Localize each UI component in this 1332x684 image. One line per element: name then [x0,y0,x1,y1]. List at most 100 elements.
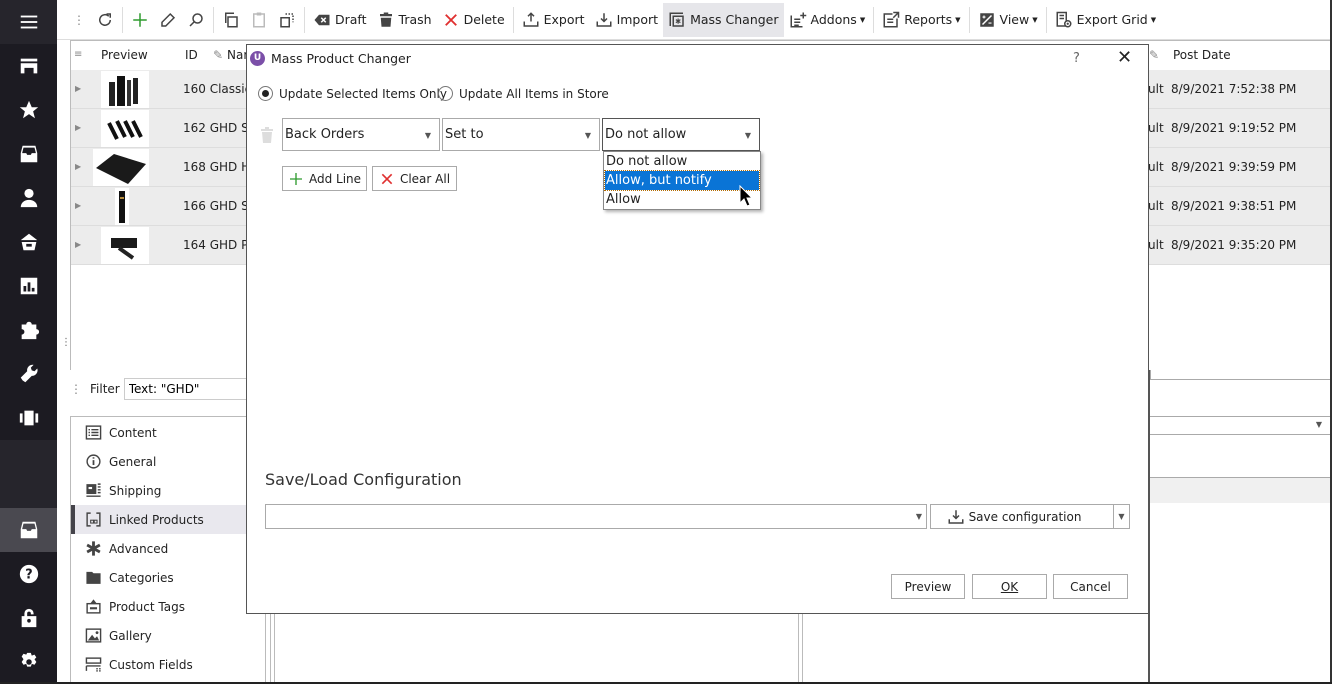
product-status: ult [1148,82,1164,96]
nav-item-advanced[interactable]: Advanced [71,534,266,563]
column-header-post-date[interactable]: Post Date [1173,48,1231,62]
trash-button[interactable]: Trash [372,3,437,37]
sidebar-spacer [0,440,57,508]
splitter-handle[interactable]: ⋮ [61,337,71,349]
sidebar-item-orders[interactable] [0,220,57,264]
product-post-date: 8/9/2021 9:19:52 PM [1171,121,1297,135]
add-line-button[interactable]: Add Line [282,166,367,191]
filter-input[interactable] [123,378,264,400]
addons-dropdown[interactable]: Addons ▼ [784,3,871,37]
export-button[interactable]: Export [517,3,590,37]
filter-grip: ⋮ [70,382,82,396]
paste-button[interactable] [245,3,273,37]
image-icon [85,628,102,643]
sidebar-item-favorites[interactable] [0,88,57,132]
sidebar-item-products[interactable] [0,132,57,176]
sidebar-item-store[interactable] [0,44,57,88]
export-grid-icon [1056,11,1072,27]
nav-item-linked-products[interactable]: Linked Products [71,505,266,534]
help-button[interactable]: ? [1073,51,1080,66]
info-icon [86,454,101,469]
sidebar-menu-button[interactable] [0,0,57,44]
expand-row-icon[interactable]: ▶ [75,162,81,171]
nav-item-product-tags[interactable]: Product Tags [71,592,266,621]
import-label: Import [616,12,659,27]
value-select[interactable]: Do not allow ▼ [602,118,760,151]
refresh-button[interactable] [91,3,119,37]
trash-icon[interactable] [260,127,274,143]
nav-item-label: Custom Fields [109,657,193,672]
view-dropdown[interactable]: View ▼ [973,3,1043,37]
chevron-down-icon: ▼ [1150,15,1157,24]
product-post-date: 8/9/2021 9:35:20 PM [1171,238,1297,252]
nav-item-shipping[interactable]: Shipping [71,476,266,505]
expand-row-icon[interactable]: ▶ [75,201,81,210]
column-header-id[interactable]: ID [185,48,198,62]
cancel-button[interactable]: Cancel [1053,574,1128,599]
nav-item-label: Advanced [109,541,169,556]
add-button[interactable] [126,3,154,37]
sidebar-item-customers[interactable] [0,176,57,220]
search-button[interactable] [182,3,210,37]
sidebar-item-settings[interactable] [0,640,57,684]
product-status: ult [1148,121,1164,135]
clear-all-button[interactable]: Clear All [372,166,457,191]
nav-item-label: Product Tags [109,599,185,614]
nav-item-general[interactable]: General [71,447,266,476]
chevron-down-icon: ▼ [1315,420,1322,429]
product-status: ult [1148,238,1164,252]
column-chooser-icon[interactable]: ≡ [74,49,82,60]
copy-button[interactable] [217,3,245,37]
export-grid-dropdown[interactable]: Export Grid ▼ [1050,3,1162,37]
import-button[interactable]: Import [590,3,664,37]
sidebar-item-help[interactable]: ? [0,552,57,596]
sidebar-item-addons[interactable] [0,308,57,352]
dropdown-option[interactable]: Do not allow [605,152,759,171]
preview-button[interactable]: Preview [891,574,965,599]
chevron-down-icon: ▼ [744,131,751,140]
expand-row-icon[interactable]: ▶ [75,240,81,249]
column-header-preview[interactable]: Preview [101,48,148,62]
delete-button[interactable]: Delete [437,3,510,37]
duplicate-button[interactable] [273,3,301,37]
sidebar-item-carousel[interactable] [0,396,57,440]
draft-button[interactable]: Draft [308,3,372,37]
product-thumbnail [93,149,149,186]
wrench-icon [20,364,38,383]
sidebar-item-lock[interactable] [0,596,57,640]
save-configuration-button[interactable]: Save configuration [930,504,1114,529]
radio-update-selected[interactable]: Update Selected Items Only [258,86,447,101]
nav-item-content[interactable]: Content [71,418,266,447]
toolbar-separator [213,6,214,33]
sidebar-item-tools[interactable] [0,352,57,396]
toolbar-grip: ⋮ [73,12,85,27]
mouse-cursor-icon [739,185,753,207]
configuration-select[interactable]: ▼ [265,504,927,529]
expand-row-icon[interactable]: ▶ [75,84,81,93]
draft-icon [314,14,330,25]
right-panel-input[interactable] [1150,370,1331,380]
operation-select[interactable]: Set to ▼ [442,118,600,151]
sidebar-item-reports[interactable] [0,264,57,308]
radio-update-all[interactable]: Update All Items in Store [438,86,609,101]
reports-dropdown[interactable]: Reports ▼ [877,3,965,37]
product-post-date: 8/9/2021 9:39:59 PM [1171,160,1297,174]
nav-item-custom-fields[interactable]: Custom Fields [71,650,266,679]
sidebar-item-products-active[interactable] [0,508,57,552]
expand-row-icon[interactable]: ▶ [75,123,81,132]
edit-button[interactable] [154,3,182,37]
right-panel-select[interactable]: ▼ [1150,416,1331,435]
reports-label: Reports [904,12,953,27]
menu-icon [20,15,37,29]
nav-item-categories[interactable]: Categories [71,563,266,592]
nav-item-gallery[interactable]: Gallery [71,621,266,650]
ok-button[interactable]: OK [972,574,1047,599]
save-configuration-dropdown[interactable]: ▼ [1113,504,1130,529]
radio-selected-indicator [258,86,273,101]
mass-changer-button[interactable]: Mass Changer [663,2,784,37]
field-select[interactable]: Back Orders ▼ [282,118,440,151]
dropdown-option-highlighted[interactable]: Allow, but notify customer [604,170,760,207]
dropdown-option[interactable]: Allow [605,190,759,209]
close-button[interactable]: ✕ [1117,47,1132,68]
product-status: ult [1148,160,1164,174]
